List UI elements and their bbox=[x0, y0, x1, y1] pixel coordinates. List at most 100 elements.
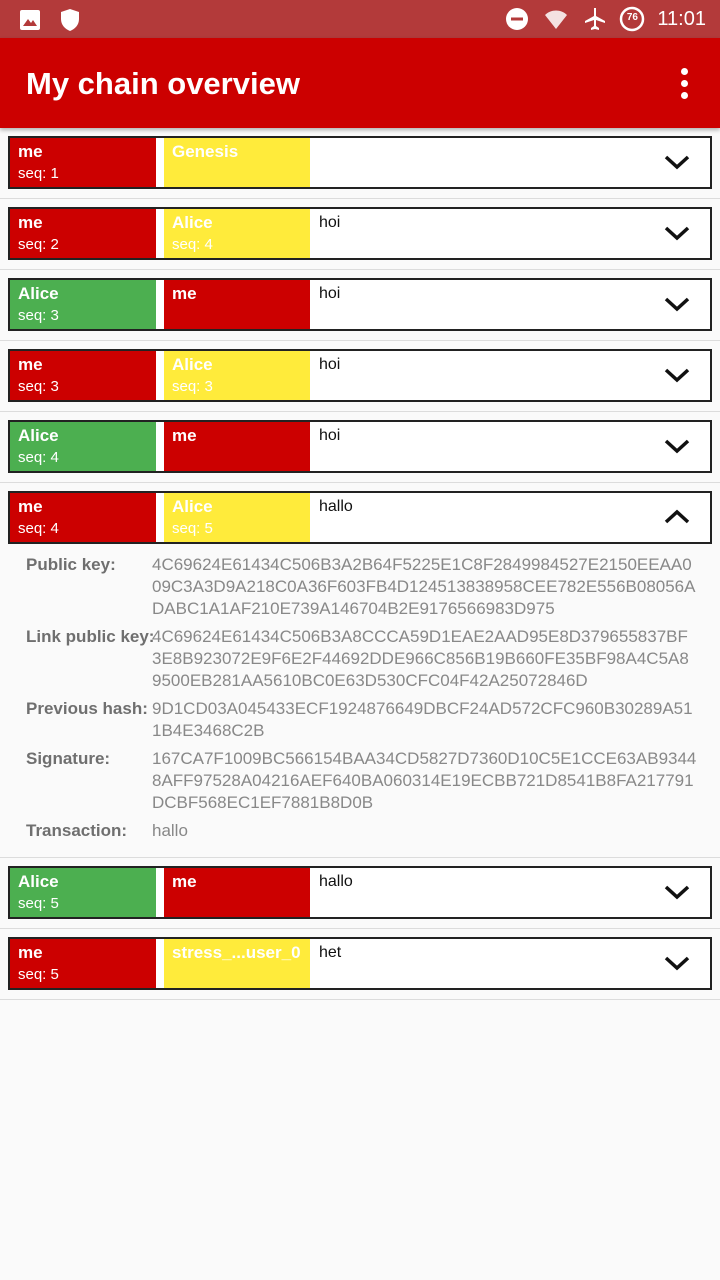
detail-link-public-key: Link public key: 4C69624E61434C506B3A8CC… bbox=[26, 626, 712, 692]
list-item: me seq: 3 Alice seq: 3 hoi bbox=[0, 341, 720, 412]
owner-seq: seq: 1 bbox=[18, 165, 59, 182]
block-owner: me seq: 4 bbox=[10, 493, 156, 542]
block-list: me seq: 1 Genesis me seq: 2 Alice seq: 4… bbox=[0, 128, 720, 1000]
owner-seq: seq: 5 bbox=[18, 966, 59, 983]
chevron-down-icon[interactable] bbox=[664, 223, 690, 243]
block-card[interactable]: Alice seq: 4 me hoi bbox=[8, 420, 712, 473]
block-link: Alice seq: 4 bbox=[164, 209, 310, 258]
chevron-down-icon[interactable] bbox=[664, 294, 690, 314]
block-owner: Alice seq: 4 bbox=[10, 422, 156, 471]
block-card[interactable]: me seq: 2 Alice seq: 4 hoi bbox=[8, 207, 712, 260]
detail-public-key: Public key: 4C69624E61434C506B3A2B64F522… bbox=[26, 554, 712, 620]
detail-previous-hash: Previous hash: 9D1CD03A045433ECF19248766… bbox=[26, 698, 712, 742]
block-card[interactable]: me seq: 1 Genesis bbox=[8, 136, 712, 189]
dnd-icon bbox=[506, 8, 529, 30]
chevron-down-icon[interactable] bbox=[664, 953, 690, 973]
block-card[interactable]: me seq: 5 stress_...user_0 het bbox=[8, 937, 712, 990]
block-link: me bbox=[164, 868, 310, 917]
block-owner: Alice seq: 5 bbox=[10, 868, 156, 917]
list-item: me seq: 2 Alice seq: 4 hoi bbox=[0, 199, 720, 270]
chevron-down-icon[interactable] bbox=[664, 365, 690, 385]
detail-value: hallo bbox=[152, 821, 188, 840]
link-name: Alice bbox=[172, 355, 213, 374]
status-bar: 76 11:01 bbox=[0, 0, 720, 38]
block-card[interactable]: Alice seq: 3 me hoi bbox=[8, 278, 712, 331]
transaction-text: hoi bbox=[319, 214, 341, 231]
transaction-text: hallo bbox=[319, 498, 353, 515]
airplane-icon bbox=[585, 8, 606, 30]
chevron-down-icon[interactable] bbox=[664, 152, 690, 172]
link-name: Genesis bbox=[172, 142, 239, 161]
detail-label: Transaction: bbox=[26, 821, 128, 840]
link-seq: seq: 5 bbox=[172, 520, 213, 537]
owner-name: Alice bbox=[18, 872, 59, 891]
app-bar: My chain overview bbox=[0, 38, 720, 128]
link-name: me bbox=[172, 872, 197, 891]
owner-seq: seq: 3 bbox=[18, 307, 59, 324]
owner-name: me bbox=[18, 213, 43, 232]
link-name: Alice bbox=[172, 213, 213, 232]
chevron-down-icon[interactable] bbox=[664, 436, 690, 456]
block-link: Genesis bbox=[164, 138, 310, 187]
shield-icon bbox=[61, 9, 79, 31]
list-item: Alice seq: 3 me hoi bbox=[0, 270, 720, 341]
page-title: My chain overview bbox=[26, 66, 300, 101]
block-link: Alice seq: 5 bbox=[164, 493, 310, 542]
block-link: stress_...user_0 bbox=[164, 939, 310, 988]
wifi-icon bbox=[545, 10, 568, 29]
transaction-text: hallo bbox=[319, 873, 353, 890]
detail-value: 4C69624E61434C506B3A2B64F5225E1C8F284998… bbox=[152, 555, 696, 618]
block-link: me bbox=[164, 422, 310, 471]
detail-value: 167CA7F1009BC566154BAA34CD5827D7360D10C5… bbox=[152, 749, 697, 812]
link-seq: seq: 4 bbox=[172, 236, 213, 253]
link-name: me bbox=[172, 284, 197, 303]
more-vert-icon[interactable] bbox=[672, 68, 696, 100]
battery-icon: 76 bbox=[619, 6, 645, 32]
block-owner: me seq: 3 bbox=[10, 351, 156, 400]
link-name: Alice bbox=[172, 497, 213, 516]
list-item: Alice seq: 4 me hoi bbox=[0, 412, 720, 483]
owner-seq: seq: 5 bbox=[18, 895, 59, 912]
chevron-up-icon[interactable] bbox=[664, 507, 690, 527]
block-link: me bbox=[164, 280, 310, 329]
detail-value: 9D1CD03A045433ECF1924876649DBCF24AD572CF… bbox=[152, 699, 693, 740]
transaction-text: hoi bbox=[319, 427, 341, 444]
link-name: me bbox=[172, 426, 197, 445]
list-item: Alice seq: 5 me hallo bbox=[0, 858, 720, 929]
owner-name: Alice bbox=[18, 284, 59, 303]
block-owner: me seq: 1 bbox=[10, 138, 156, 187]
block-card[interactable]: me seq: 4 Alice seq: 5 hallo bbox=[8, 491, 712, 544]
owner-name: me bbox=[18, 497, 43, 516]
block-card[interactable]: me seq: 3 Alice seq: 3 hoi bbox=[8, 349, 712, 402]
link-name: stress_...user_0 bbox=[172, 943, 301, 962]
detail-label: Signature: bbox=[26, 749, 111, 768]
owner-name: me bbox=[18, 943, 43, 962]
transaction-text bbox=[310, 138, 710, 187]
block-owner: me seq: 2 bbox=[10, 209, 156, 258]
detail-value: 4C69624E61434C506B3A8CCCA59D1EAE2AAD95E8… bbox=[152, 627, 689, 690]
block-owner: Alice seq: 3 bbox=[10, 280, 156, 329]
owner-name: Alice bbox=[18, 426, 59, 445]
list-item: me seq: 1 Genesis bbox=[0, 128, 720, 199]
detail-signature: Signature: 167CA7F1009BC566154BAA34CD582… bbox=[26, 748, 712, 814]
transaction-text: hoi bbox=[319, 285, 341, 302]
owner-seq: seq: 2 bbox=[18, 236, 59, 253]
detail-label: Previous hash: bbox=[26, 699, 148, 718]
owner-seq: seq: 4 bbox=[18, 449, 59, 466]
clock: 11:01 bbox=[657, 7, 706, 30]
block-owner: me seq: 5 bbox=[10, 939, 156, 988]
battery-level: 76 bbox=[626, 12, 638, 23]
detail-transaction: Transaction: hallo bbox=[26, 820, 712, 842]
list-item-expanded: me seq: 4 Alice seq: 5 hallo Public key:… bbox=[0, 483, 720, 858]
image-icon bbox=[20, 10, 40, 30]
owner-seq: seq: 4 bbox=[18, 520, 59, 537]
detail-label: Link public key: bbox=[26, 627, 155, 646]
chevron-down-icon[interactable] bbox=[664, 882, 690, 902]
list-item: me seq: 5 stress_...user_0 het bbox=[0, 929, 720, 1000]
owner-name: me bbox=[18, 355, 43, 374]
block-details: Public key: 4C69624E61434C506B3A2B64F522… bbox=[8, 544, 712, 842]
block-card[interactable]: Alice seq: 5 me hallo bbox=[8, 866, 712, 919]
owner-seq: seq: 3 bbox=[18, 378, 59, 395]
link-seq: seq: 3 bbox=[172, 378, 213, 395]
owner-name: me bbox=[18, 142, 43, 161]
